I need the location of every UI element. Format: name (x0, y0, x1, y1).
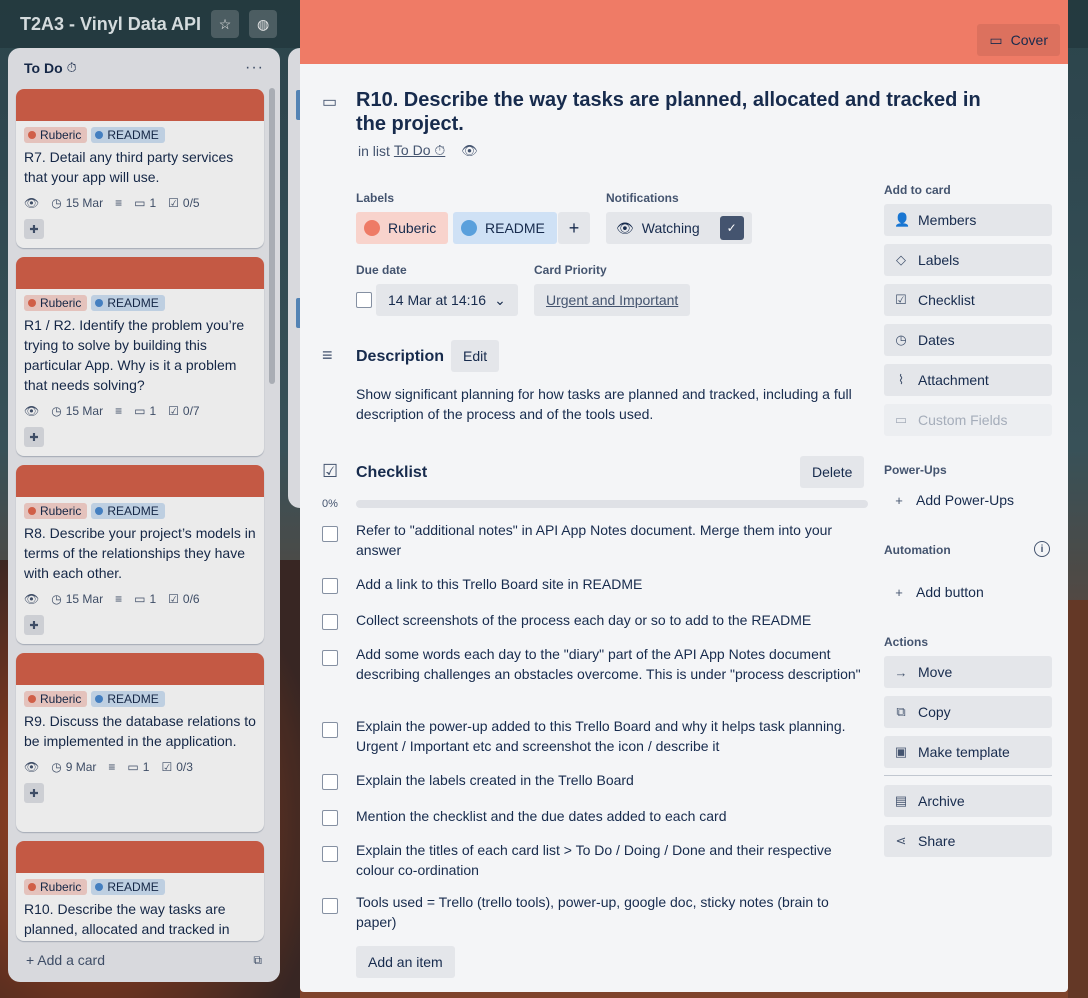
label-color-dot (364, 220, 380, 236)
description-heading: Description (356, 348, 445, 365)
checklist-icon: ☑ (322, 461, 339, 481)
in-list-line: in list To Do ⏱ 👁 (358, 142, 478, 159)
labels-button[interactable]: ◇ Labels (884, 244, 1052, 276)
dates-button[interactable]: ◷ Dates (884, 324, 1052, 356)
checklist-item-checkbox[interactable] (322, 774, 338, 790)
label-color-dot (461, 220, 477, 236)
checklist-item-checkbox[interactable] (322, 614, 338, 630)
share-button[interactable]: ⋖ Share (884, 825, 1052, 857)
clock-icon: ◷ (895, 332, 907, 347)
checklist-item-checkbox[interactable] (322, 650, 338, 666)
chevron-down-icon: ⌄ (494, 291, 506, 308)
copy-icon: ⧉ (896, 704, 906, 719)
add-label-button[interactable]: + (558, 212, 590, 244)
automation-heading: Automation (884, 543, 951, 557)
label-chip-readme[interactable]: README (453, 212, 557, 244)
checklist-item[interactable]: Tools used = Trello (trello tools), powe… (356, 892, 861, 932)
checklist-item[interactable]: Refer to "additional notes" in API App N… (356, 520, 861, 560)
checklist-progress-percent: 0% (322, 498, 338, 510)
copy-button[interactable]: ⧉ Copy (884, 696, 1052, 728)
watch-button[interactable]: 👁 Watching ✓ (606, 212, 752, 244)
person-icon: 👤 (894, 212, 911, 227)
due-date-button[interactable]: 14 Mar at 14:16 ⌄ (376, 284, 518, 316)
plus-icon: + (895, 492, 903, 508)
cover-button[interactable]: ▭ Cover (977, 24, 1060, 56)
check-icon: ✓ (719, 216, 744, 240)
template-icon: ▣ (894, 744, 908, 759)
card-detail-modal: ▭ Cover ▭ R10. Describe the way tasks ar… (300, 0, 1068, 992)
tag-icon: ◇ (896, 252, 906, 267)
due-date-heading: Due date (356, 263, 407, 277)
paperclip-icon: ⌇ (897, 372, 905, 387)
arrow-right-icon: → (894, 664, 908, 680)
members-button[interactable]: 👤 Members (884, 204, 1052, 236)
checkbox-icon: ☑ (895, 292, 907, 307)
labels-heading: Labels (356, 191, 395, 205)
checklist-item[interactable]: Add some words each day to the "diary" p… (356, 644, 861, 684)
checklist-item[interactable]: Explain the labels created in the Trello… (356, 770, 861, 790)
card-priority-heading: Card Priority (534, 263, 607, 277)
due-complete-checkbox[interactable] (356, 292, 372, 308)
checklist-item[interactable]: Collect screenshots of the process each … (356, 610, 861, 630)
card-icon: ▭ (989, 31, 1003, 48)
plus-icon: + (895, 584, 903, 600)
info-icon[interactable]: i (1034, 541, 1050, 557)
checklist-progress-bar (356, 500, 868, 508)
checklist-item-checkbox[interactable] (322, 898, 338, 914)
checklist-item-checkbox[interactable] (322, 846, 338, 862)
add-automation-button[interactable]: + Add button (884, 576, 1052, 608)
archive-icon: ▤ (894, 793, 908, 808)
edit-description-button[interactable]: Edit (451, 340, 500, 372)
delete-checklist-button[interactable]: Delete (800, 456, 865, 488)
archive-button[interactable]: ▤ Archive (884, 785, 1052, 817)
actions-divider (884, 775, 1052, 776)
card-title[interactable]: R10. Describe the way tasks are planned,… (356, 88, 1006, 136)
notifications-heading: Notifications (606, 191, 679, 205)
description-text[interactable]: Show significant planning for how tasks … (356, 384, 861, 424)
checklist-item-checkbox[interactable] (322, 722, 338, 738)
add-to-card-heading: Add to card (884, 183, 951, 197)
custom-fields-button[interactable]: ▭ Custom Fields (884, 404, 1052, 436)
add-checklist-item-button[interactable]: Add an item (356, 946, 455, 978)
description-icon: ≡ (322, 345, 333, 365)
checklist-item[interactable]: Mention the checklist and the due dates … (356, 806, 861, 826)
add-power-ups-button[interactable]: + Add Power-Ups (884, 484, 1052, 516)
label-chip-ruberic[interactable]: Ruberic (356, 212, 449, 244)
card-priority-button[interactable]: Urgent and Important (534, 284, 691, 316)
move-button[interactable]: → Move (884, 656, 1052, 688)
fields-icon: ▭ (894, 412, 908, 427)
eye-icon: 👁 (616, 219, 634, 236)
checklist-item-checkbox[interactable] (322, 810, 338, 826)
checklist-item[interactable]: Explain the titles of each card list > T… (356, 840, 861, 880)
checklist-item[interactable]: Explain the power-up added to this Trell… (356, 716, 861, 756)
checklist-item-checkbox[interactable] (322, 578, 338, 594)
checklist-heading[interactable]: Checklist (356, 464, 427, 482)
eye-icon: 👁 (461, 142, 478, 158)
power-ups-heading: Power-Ups (884, 463, 947, 477)
checklist-item-checkbox[interactable] (322, 526, 338, 542)
share-icon: ⋖ (895, 833, 907, 848)
modal-cover: ▭ Cover (300, 0, 1068, 64)
checklist-button[interactable]: ☑ Checklist (884, 284, 1052, 316)
checklist-item[interactable]: Add a link to this Trello Board site in … (356, 574, 861, 594)
list-link[interactable]: To Do ⏱ (394, 142, 445, 159)
attachment-button[interactable]: ⌇ Attachment (884, 364, 1052, 396)
make-template-button[interactable]: ▣ Make template (884, 736, 1052, 768)
actions-heading: Actions (884, 635, 929, 649)
card-icon: ▭ (322, 94, 338, 111)
